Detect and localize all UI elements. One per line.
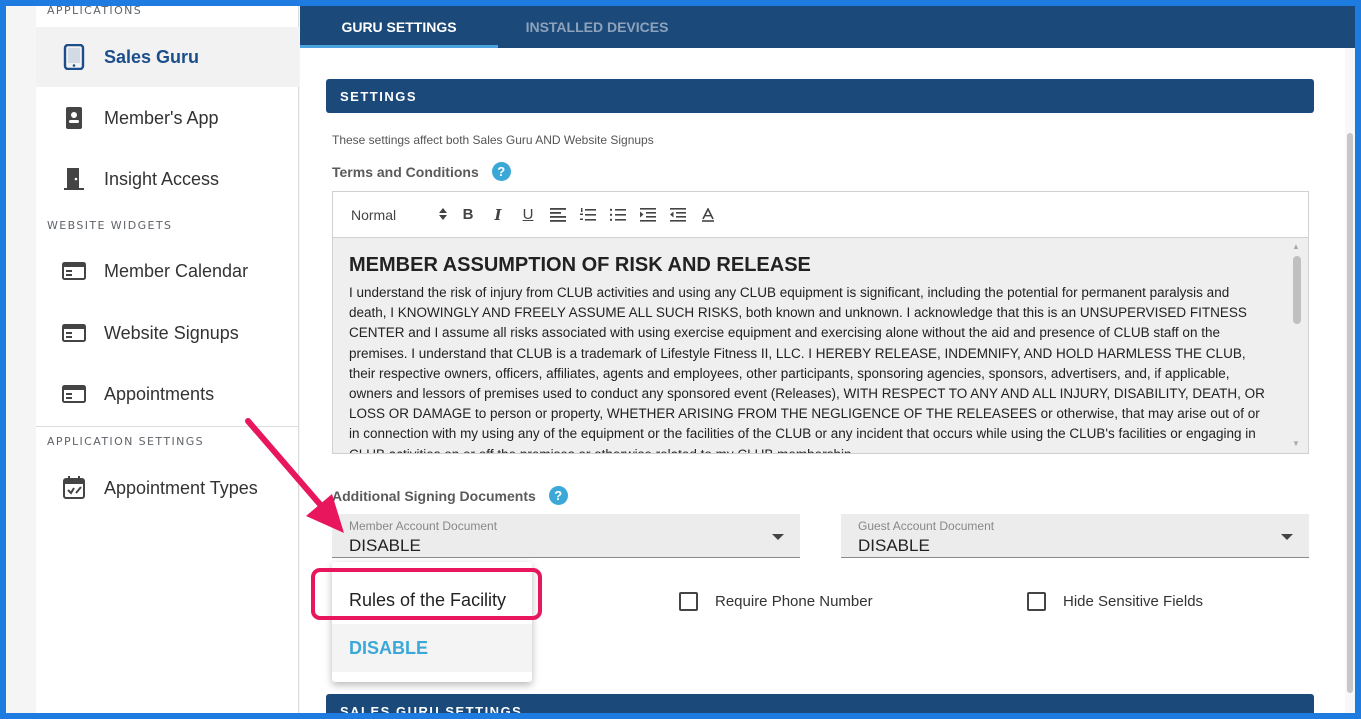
app-frame: APPLICATIONS Sales Guru Member's App Ins… bbox=[6, 6, 1355, 713]
annotation-arrow bbox=[245, 418, 344, 533]
